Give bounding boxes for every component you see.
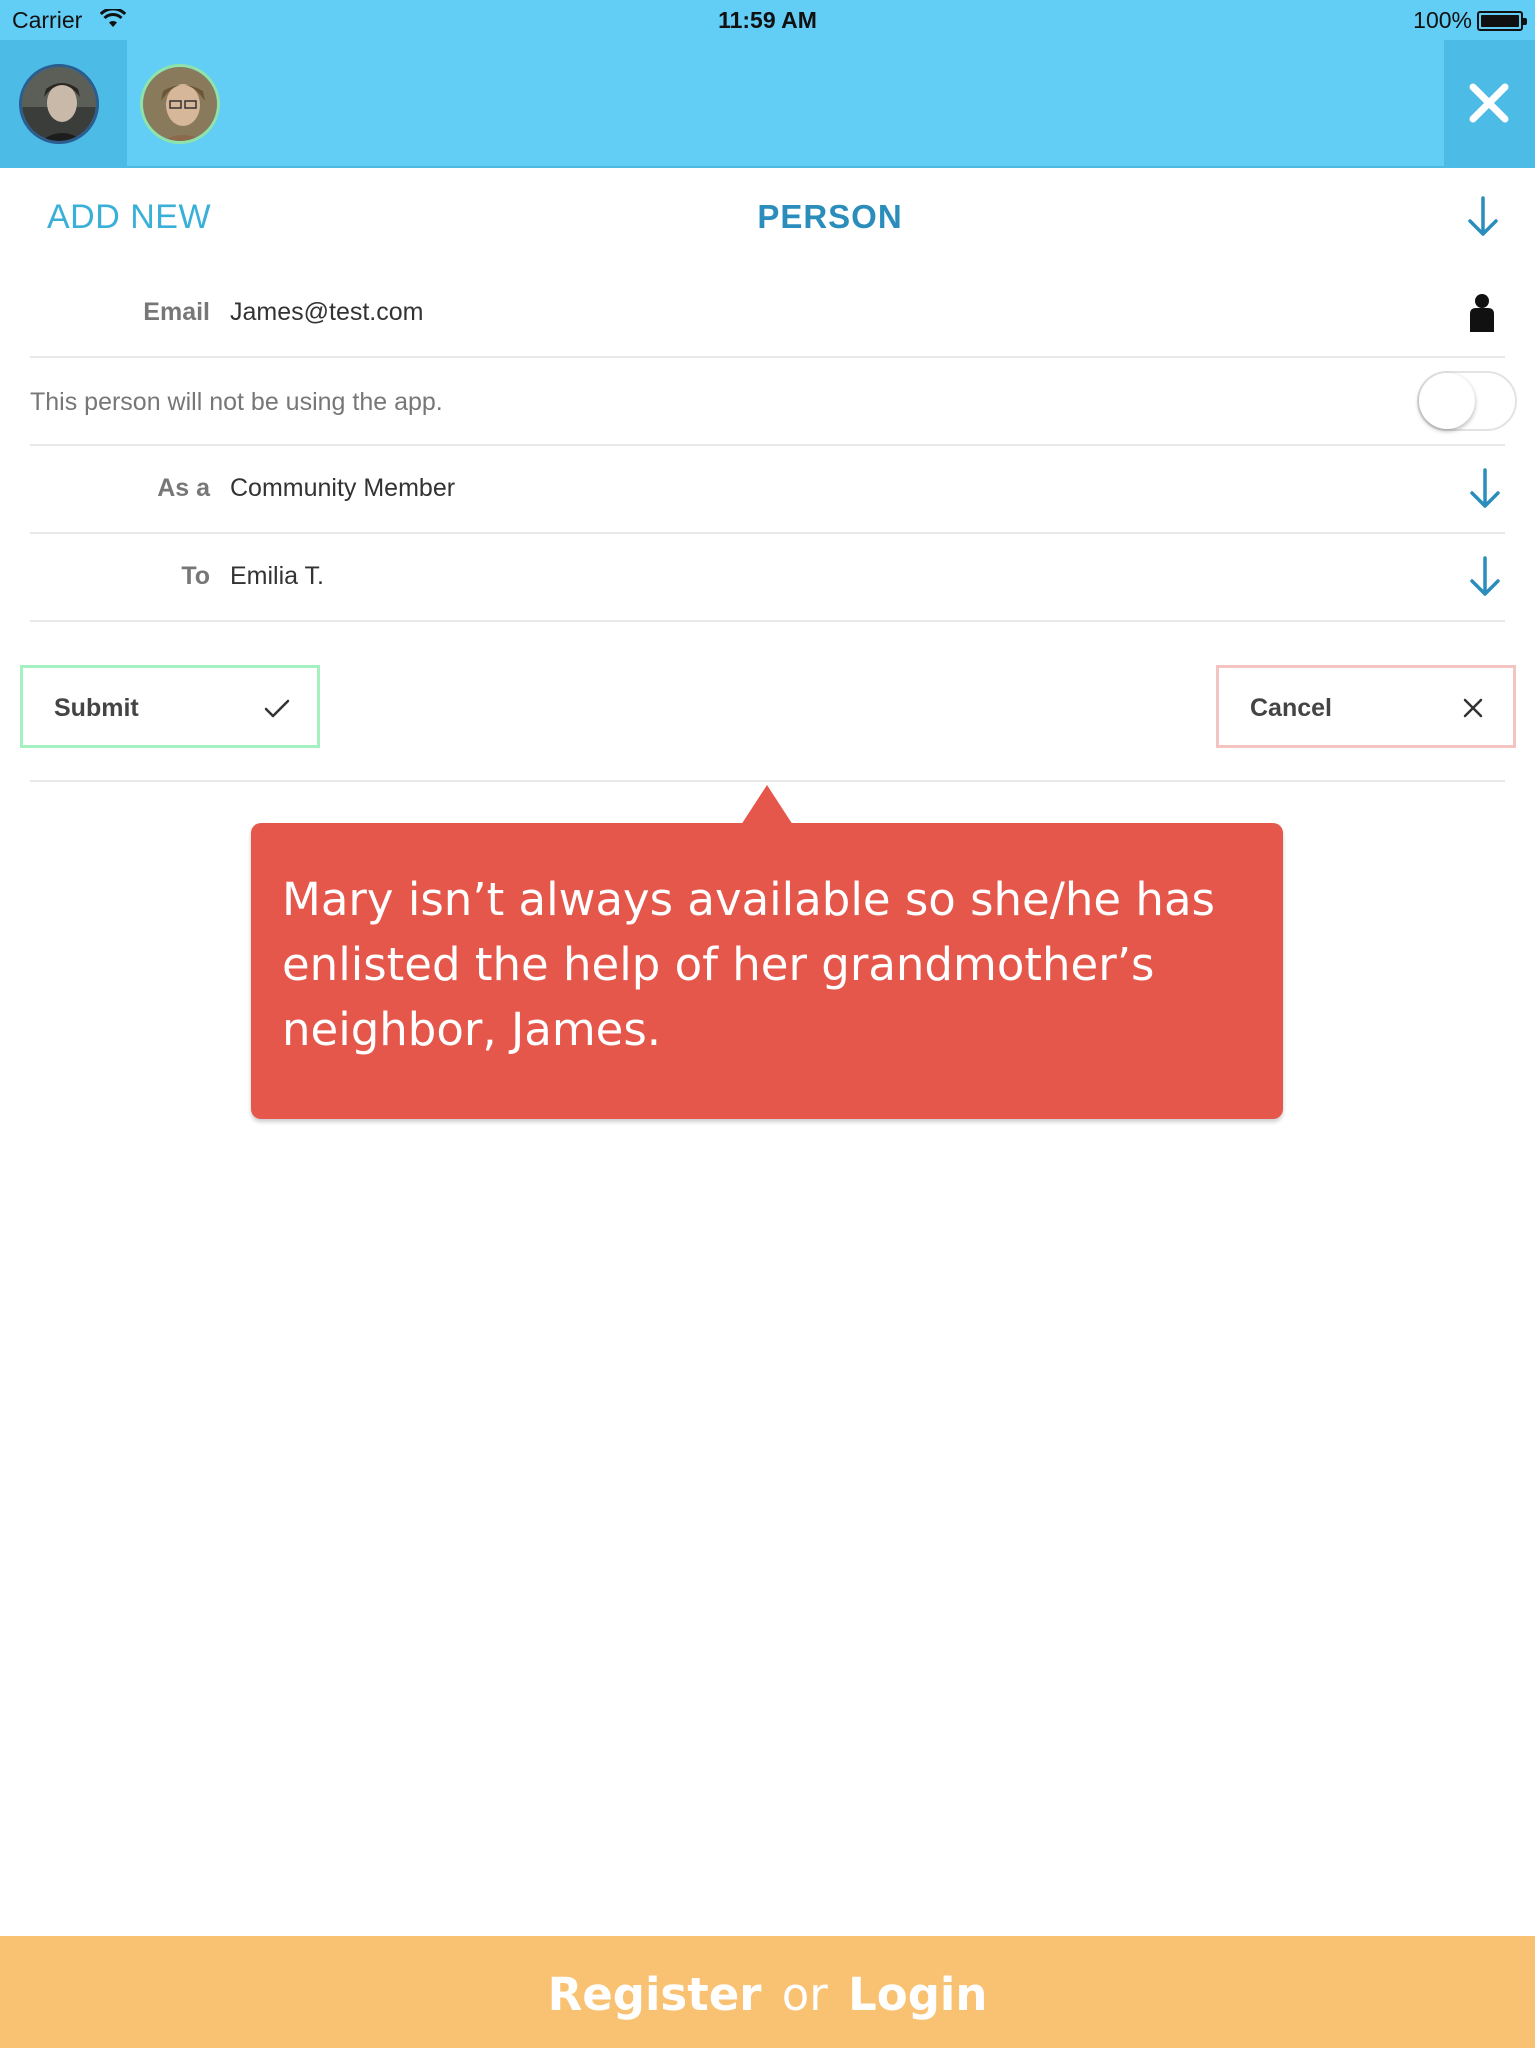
role-label: As a (157, 474, 210, 502)
avatar[interactable] (19, 64, 99, 144)
chevron-down-icon[interactable] (1468, 556, 1502, 602)
register-login-text: Register or Login (0, 1968, 1535, 2021)
battery-icon (1477, 11, 1527, 31)
tooltip: Mary isn’t always available so she/he ha… (251, 823, 1283, 1119)
battery-percent: 100% (1413, 7, 1472, 33)
checkmark-icon (264, 699, 290, 718)
recipient-select-value[interactable]: Emilia T. (230, 562, 324, 591)
not-using-app-toggle[interactable] (1417, 371, 1517, 431)
chevron-down-icon[interactable] (1468, 468, 1502, 514)
role-select-value[interactable]: Community Member (230, 474, 455, 503)
register-link[interactable]: Register (548, 1968, 762, 2021)
submit-label: Submit (54, 694, 139, 722)
close-icon (1463, 698, 1483, 718)
user-avatar-photo-icon (143, 67, 217, 141)
clock: 11:59 AM (718, 7, 817, 33)
email-field[interactable]: James@test.com (230, 298, 423, 327)
person-icon[interactable] (1468, 292, 1496, 336)
email-label: Email (143, 298, 210, 326)
status-bar: Carrier 11:59 AM 100% (0, 0, 1535, 40)
close-button[interactable] (1444, 40, 1535, 168)
cancel-label: Cancel (1250, 694, 1332, 722)
not-using-app-text: This person will not be using the app. (30, 388, 443, 416)
cancel-button[interactable]: Cancel (1216, 665, 1516, 748)
login-link[interactable]: Login (848, 1968, 987, 2021)
role-row[interactable]: As a Community Member (30, 446, 1505, 534)
close-icon (1469, 83, 1509, 123)
top-header: Carrier 11:59 AM 100% (0, 0, 1535, 168)
submit-button[interactable]: Submit (20, 665, 320, 748)
tooltip-text: Mary isn’t always available so she/he ha… (282, 873, 1215, 1056)
page-title: PERSON (757, 198, 903, 235)
chevron-down-icon[interactable] (1466, 196, 1500, 242)
not-using-app-row: This person will not be using the app. (30, 358, 1517, 446)
register-login-bar: Register or Login (0, 1936, 1535, 2048)
recipient-label: To (181, 562, 210, 590)
or-text: or (781, 1968, 828, 2021)
recipient-row[interactable]: To Emilia T. (30, 534, 1505, 622)
tooltip-pointer (741, 785, 793, 825)
avatar[interactable] (140, 64, 220, 144)
email-row: Email James@test.com (30, 270, 1505, 358)
divider (30, 780, 1505, 782)
